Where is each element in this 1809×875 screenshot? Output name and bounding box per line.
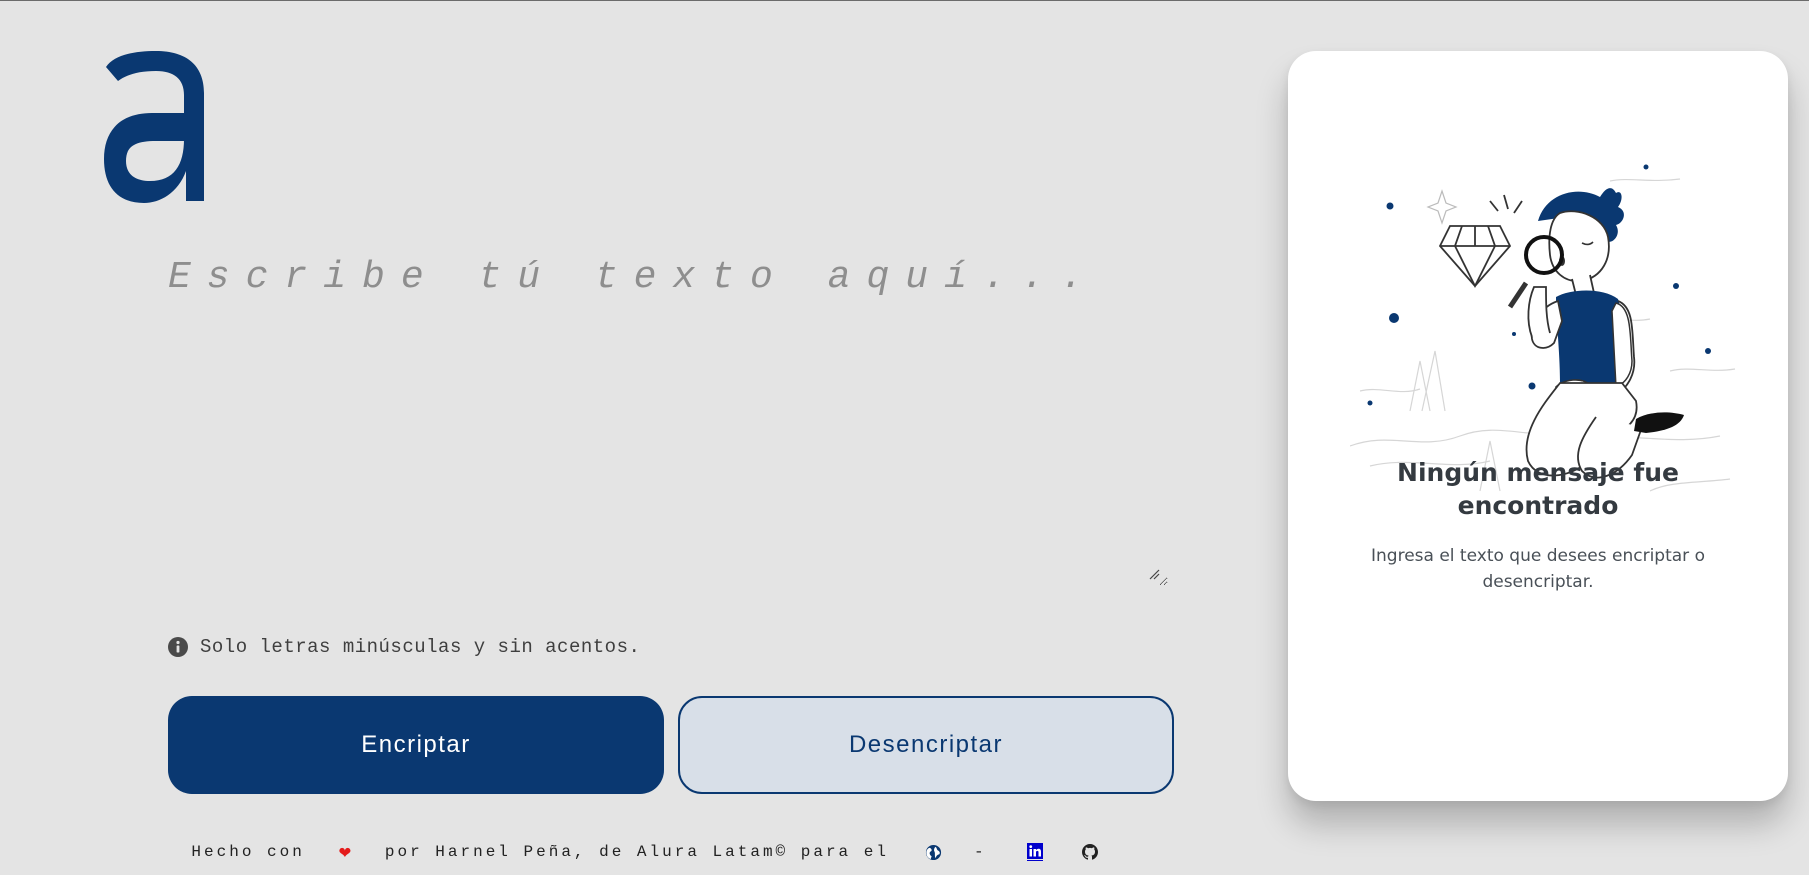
panel-title: Ningún mensaje fue encontrado [1397, 458, 1679, 520]
message-textarea[interactable] [168, 256, 1168, 586]
heart-icon: ❤ [338, 842, 351, 865]
globe-icon[interactable] [925, 844, 942, 861]
notice-text: Solo letras minúsculas y sin acentos. [200, 636, 641, 658]
resize-handle-icon[interactable] [1148, 568, 1160, 580]
alura-logo [104, 51, 204, 203]
footer-made-with: Hecho con [191, 843, 305, 861]
panel-text: Ingresa el texto que desees encriptar o … [1371, 546, 1705, 592]
person-with-magnifying-glass-illustration [1350, 164, 1736, 492]
output-panel: Ningún mensaje fue encontrado Ingresa el… [1288, 51, 1788, 801]
footer-credit: por Harnel Peña, de Alura Latam© para el [384, 843, 889, 861]
text-input-area [168, 256, 1168, 586]
footer: Hecho con ❤ por Harnel Peña, de Alura La… [0, 839, 1290, 865]
encrypt-button[interactable]: Encriptar [168, 696, 664, 794]
input-notice: Solo letras minúsculas y sin acentos. [168, 636, 640, 658]
decrypt-button[interactable]: Desencriptar [678, 696, 1174, 794]
github-icon[interactable] [1081, 843, 1099, 861]
footer-separator: - [973, 843, 987, 861]
linkedin-icon[interactable] [1026, 843, 1043, 861]
info-circle-icon [168, 637, 188, 657]
